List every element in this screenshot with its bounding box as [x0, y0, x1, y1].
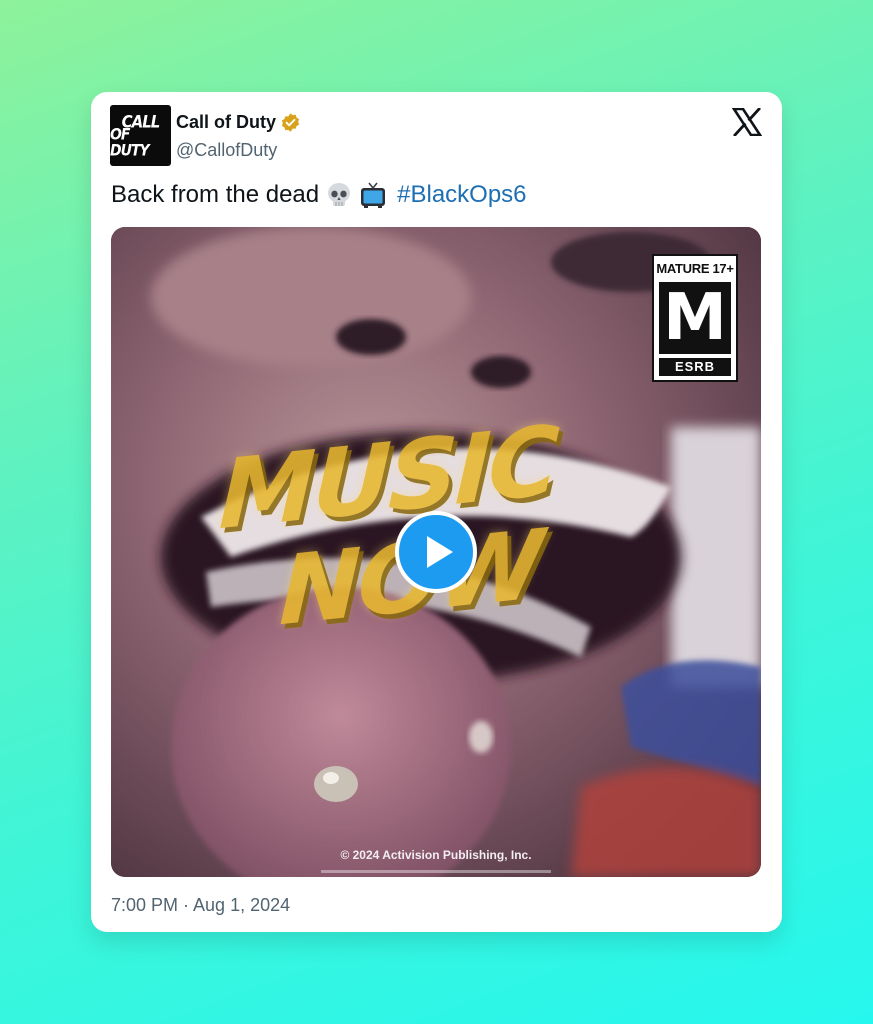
tweet-body: Back from the dead [111, 181, 320, 208]
hashtag-link[interactable]: #BlackOps6 [397, 181, 526, 209]
avatar[interactable]: CALL OF DUTY [110, 105, 171, 166]
avatar-logo-line-2: OF DUTY [110, 125, 150, 160]
video-copyright: © 2024 Activision Publishing, Inc. [340, 848, 532, 862]
x-logo-icon[interactable] [731, 107, 763, 137]
play-button[interactable] [395, 511, 477, 593]
rating-board-label: ESRB [659, 358, 731, 376]
tweet-timestamp[interactable]: 7:00 PM · Aug 1, 2024 [111, 895, 290, 916]
verified-badge-icon [280, 112, 301, 133]
author-name-row[interactable]: Call of Duty [176, 112, 301, 133]
tweet-text: Back from the dead #BlackOps6 [111, 181, 527, 209]
tv-emoji-icon [359, 181, 387, 209]
tweet-card: CALL OF DUTY Call of Duty @CallofDuty Ba… [91, 92, 782, 932]
video-media[interactable]: MATURE 17+ M ESRB MUSIC NOW © 2024 Activ… [111, 227, 761, 877]
rating-age-label: MATURE 17+ [656, 261, 734, 276]
author-name[interactable]: Call of Duty [176, 112, 276, 133]
esrb-rating-badge: MATURE 17+ M ESRB [652, 254, 738, 382]
skull-emoji-icon [325, 181, 353, 209]
rating-letter: M [659, 282, 731, 354]
play-icon [427, 536, 453, 568]
author-handle[interactable]: @CallofDuty [176, 140, 277, 161]
